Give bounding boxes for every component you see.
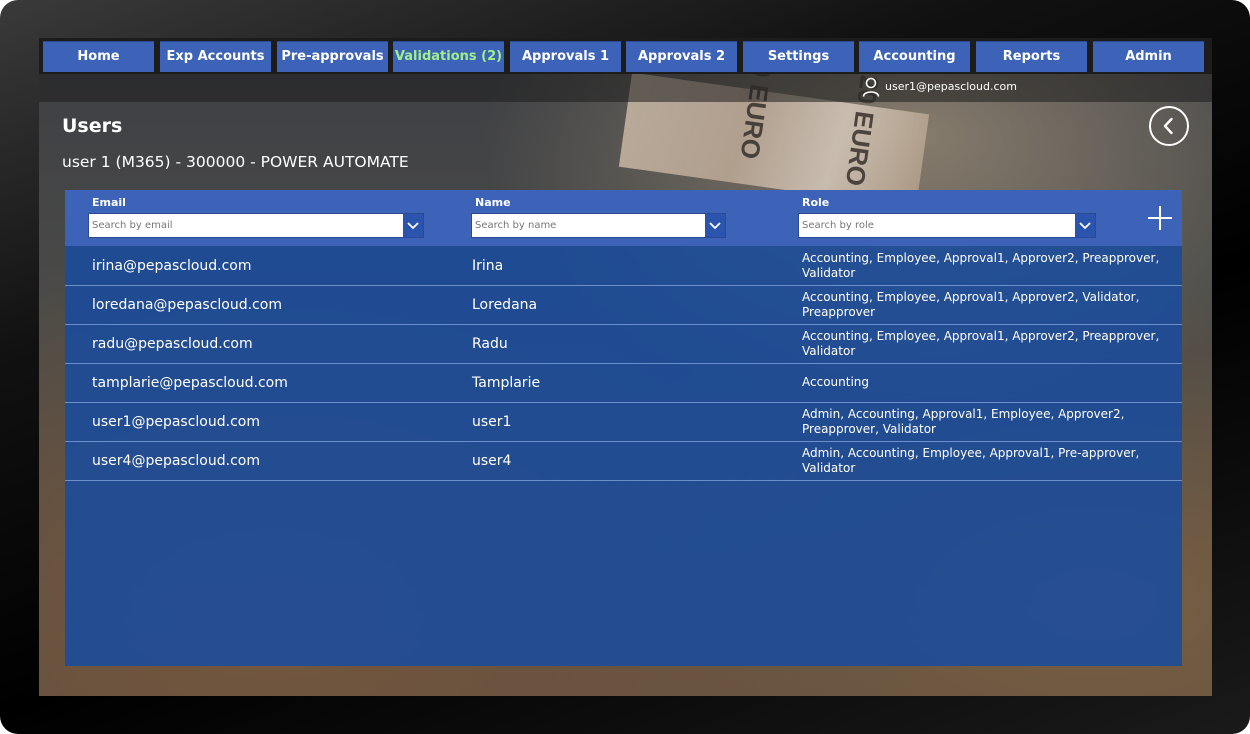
nav-admin[interactable]: Admin (1093, 41, 1204, 72)
back-button[interactable] (1149, 106, 1189, 146)
name-dropdown-button[interactable] (705, 214, 725, 237)
users-panel: Email Name Role (65, 190, 1182, 666)
row-name: Irina (472, 258, 504, 274)
table-row[interactable]: irina@pepascloud.com Irina Accounting, E… (65, 247, 1182, 286)
table-row[interactable]: radu@pepascloud.com Radu Accounting, Emp… (65, 325, 1182, 364)
app-screen: 20 EURO 20 EURO Home Exp Accounts Pre-ap… (39, 38, 1212, 696)
chevron-down-icon (709, 221, 721, 229)
role-dropdown-button[interactable] (1075, 214, 1095, 237)
nav-approvals-1[interactable]: Approvals 1 (510, 41, 621, 72)
nav-reports[interactable]: Reports (976, 41, 1087, 72)
current-user-email: user1@pepascloud.com (885, 80, 1017, 93)
nav-settings[interactable]: Settings (743, 41, 854, 72)
row-email: user1@pepascloud.com (92, 414, 260, 430)
row-email: irina@pepascloud.com (92, 258, 252, 274)
chevron-left-icon (1163, 117, 1173, 135)
row-name: Radu (472, 336, 508, 352)
row-role: Accounting, Employee, Approval1, Approve… (802, 329, 1160, 358)
table-row[interactable]: loredana@pepascloud.com Loredana Account… (65, 286, 1182, 325)
row-email: radu@pepascloud.com (92, 336, 253, 352)
row-name: Tamplarie (472, 375, 541, 391)
nav-exp-accounts[interactable]: Exp Accounts (160, 41, 271, 72)
row-name: user1 (472, 414, 512, 430)
nav-home[interactable]: Home (43, 41, 154, 72)
chevron-down-icon (407, 221, 419, 229)
nav-pre-approvals[interactable]: Pre-approvals (277, 41, 388, 72)
row-name: user4 (472, 453, 512, 469)
row-email: loredana@pepascloud.com (92, 297, 282, 313)
role-search (798, 213, 1096, 238)
row-role: Admin, Accounting, Approval1, Employee, … (802, 407, 1125, 436)
row-name: Loredana (472, 297, 538, 313)
email-column-label: Email (92, 196, 126, 209)
row-role: Accounting, Employee, Approval1, Approve… (802, 251, 1160, 280)
add-user-button[interactable] (1147, 205, 1173, 231)
chevron-down-icon (1079, 221, 1091, 229)
user-bar: user1@pepascloud.com (39, 74, 1212, 102)
name-column-label: Name (475, 196, 511, 209)
role-search-input[interactable] (802, 214, 1070, 237)
row-role: Admin, Accounting, Employee, Approval1, … (802, 446, 1140, 475)
page-title: Users (62, 115, 123, 137)
table-row[interactable]: tamplarie@pepascloud.com Tamplarie Accou… (65, 364, 1182, 403)
email-search-input[interactable] (92, 214, 398, 237)
role-column-label: Role (802, 196, 830, 209)
nav-accounting[interactable]: Accounting (859, 41, 970, 72)
user-icon (862, 77, 880, 97)
row-email: user4@pepascloud.com (92, 453, 260, 469)
email-dropdown-button[interactable] (403, 214, 423, 237)
page-subtitle: user 1 (M365) - 300000 - POWER AUTOMATE (62, 153, 409, 171)
row-role: Accounting (802, 375, 870, 389)
filter-header: Email Name Role (65, 190, 1182, 246)
table-row[interactable]: user4@pepascloud.com user4 Admin, Accoun… (65, 442, 1182, 481)
row-email: tamplarie@pepascloud.com (92, 375, 288, 391)
top-nav: Home Exp Accounts Pre-approvals Validati… (39, 38, 1212, 74)
table-row[interactable]: user1@pepascloud.com user1 Admin, Accoun… (65, 403, 1182, 442)
name-search-input[interactable] (475, 214, 700, 237)
name-search (471, 213, 726, 238)
row-role: Accounting, Employee, Approval1, Approve… (802, 290, 1140, 319)
nav-approvals-2[interactable]: Approvals 2 (626, 41, 737, 72)
nav-validations[interactable]: Validations (2) (393, 41, 504, 72)
email-search (88, 213, 424, 238)
